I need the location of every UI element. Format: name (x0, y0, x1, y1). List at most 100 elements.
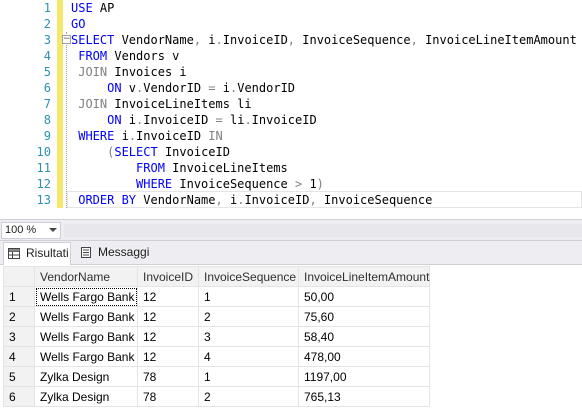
code-token: . (128, 129, 137, 143)
code-text: ORDER BY VendorName, i.InvoiceID, Invoic… (71, 192, 432, 208)
table-row[interactable]: 5 Zylka Design 78 1 1197,00 (3, 366, 431, 387)
tab-results-label: Risultati (26, 246, 69, 260)
code-token: InvoiceSequence (172, 177, 295, 191)
header-row: VendorName InvoiceID InvoiceSequence Inv… (3, 266, 431, 287)
line-number: 8 (43, 113, 51, 127)
code-token: i (121, 113, 137, 127)
results-grid[interactable]: VendorName InvoiceID InvoiceSequence Inv… (0, 265, 582, 409)
table-cell[interactable]: 3 (198, 326, 299, 347)
table-cell[interactable]: 58,40 (297, 326, 431, 347)
table-cell[interactable]: 1 (198, 286, 299, 307)
table-cell[interactable]: Zylka Design (34, 366, 138, 387)
table-cell[interactable]: 2 (198, 306, 299, 327)
table-cell[interactable]: 75,60 (297, 306, 431, 327)
query-editor[interactable]: − 1 USE AP 2 GO 3 SELECT VendorName, i.Invoic… (0, 0, 582, 218)
code-token: = (215, 113, 223, 127)
table-cell[interactable]: Wells Fargo Bank (34, 286, 138, 307)
line-number: 11 (36, 161, 51, 175)
code-token: JOIN (78, 97, 108, 111)
code-token: VendorName (114, 33, 194, 47)
code-line[interactable]: 12 WHERE InvoiceSequence > 1) (0, 176, 582, 192)
line-number: 7 (43, 97, 51, 111)
table-cell[interactable]: 78 (137, 366, 199, 387)
code-token: i (114, 129, 129, 143)
code-token: GO (71, 17, 86, 31)
table-cell[interactable]: 1197,00 (297, 366, 431, 387)
code-token: ) (316, 177, 324, 191)
table-cell[interactable]: 12 (137, 286, 199, 307)
code-token: i (222, 193, 238, 207)
line-number: 9 (43, 129, 51, 143)
code-token: SELECT (114, 145, 158, 159)
code-text: USE AP (71, 0, 114, 16)
grid-corner[interactable] (3, 266, 35, 287)
code-token: AP (92, 1, 115, 15)
code-line[interactable]: 6 ON v.VendorID = i.VendorID (0, 80, 582, 96)
code-token: InvoiceLineItemAmount (417, 33, 577, 47)
code-token: VendorName (136, 193, 216, 207)
grid-icon (8, 248, 20, 259)
row-number[interactable]: 2 (3, 306, 35, 327)
table-cell[interactable]: 765,13 (297, 386, 431, 407)
column-header-invoicelineitemamount[interactable]: InvoiceLineItemAmount (297, 266, 431, 287)
code-line[interactable]: 2 GO (0, 16, 582, 32)
code-token: , (287, 33, 296, 47)
code-line[interactable]: 13 ORDER BY VendorName, i.InvoiceID, Inv… (0, 192, 582, 208)
chevron-down-icon[interactable] (49, 228, 57, 232)
code-token: InvoiceID (157, 145, 230, 159)
table-row[interactable]: 6 Zylka Design 78 2 765,13 (3, 386, 431, 407)
code-line[interactable]: 8 ON i.InvoiceID = li.InvoiceID (0, 112, 582, 128)
code-line[interactable]: 10 (SELECT InvoiceID (0, 144, 582, 160)
code-token: InvoiceID (251, 113, 317, 127)
line-number: 12 (36, 177, 51, 191)
table-cell[interactable]: 1 (198, 366, 299, 387)
table-cell[interactable]: Wells Fargo Bank (34, 346, 138, 367)
horizontal-scrollbar[interactable] (64, 224, 582, 237)
row-number[interactable]: 4 (3, 346, 35, 367)
row-number[interactable]: 1 (3, 286, 35, 307)
table-row[interactable]: 1 Wells Fargo Bank 12 1 50,00 (3, 286, 431, 307)
column-header-invoicesequence[interactable]: InvoiceSequence (198, 266, 299, 287)
table-cell[interactable]: 12 (137, 326, 199, 347)
column-header-invoiceid[interactable]: InvoiceID (137, 266, 199, 287)
table-row[interactable]: 4 Wells Fargo Bank 12 4 478,00 (3, 346, 431, 367)
table-cell[interactable]: Wells Fargo Bank (34, 326, 138, 347)
table-cell[interactable]: 4 (198, 346, 299, 367)
code-line[interactable]: 9 WHERE i.InvoiceID IN (0, 128, 582, 144)
code-token: i (201, 33, 216, 47)
table-cell[interactable]: Zylka Design (34, 386, 138, 407)
code-token: , (193, 33, 202, 47)
tab-messages[interactable]: Messaggi (76, 242, 154, 265)
results-table[interactable]: VendorName InvoiceID InvoiceSequence Inv… (3, 266, 431, 407)
table-cell[interactable]: 2 (198, 386, 299, 407)
code-line[interactable]: 5 JOIN Invoices i (0, 64, 582, 80)
code-token: ORDER BY (78, 193, 137, 207)
code-token: InvoiceID (222, 33, 288, 47)
row-number[interactable]: 5 (3, 366, 35, 387)
code-token: , (309, 193, 317, 207)
table-cell[interactable]: 12 (137, 346, 199, 367)
table-row[interactable]: 2 Wells Fargo Bank 12 2 75,60 (3, 306, 431, 327)
table-row[interactable]: 3 Wells Fargo Bank 12 3 58,40 (3, 326, 431, 347)
code-token: InvoiceLineItems (164, 161, 288, 175)
code-line[interactable]: 4 FROM Vendors v (0, 48, 582, 64)
zoom-dropdown[interactable]: 100 % (1, 222, 61, 239)
table-cell[interactable]: 50,00 (297, 286, 431, 307)
code-token: InvoiceSequence (316, 193, 433, 207)
code-token: InvoiceSequence (295, 33, 411, 47)
code-line[interactable]: 7 JOIN InvoiceLineItems li (0, 96, 582, 112)
table-cell[interactable]: 78 (137, 386, 199, 407)
table-cell[interactable]: 12 (137, 306, 199, 327)
row-number[interactable]: 6 (3, 386, 35, 407)
code-token: IN (208, 129, 223, 143)
code-line[interactable]: 1 USE AP (0, 0, 582, 16)
code-token: VendorID (237, 81, 296, 95)
column-header-vendorname[interactable]: VendorName (34, 266, 138, 287)
tab-results[interactable]: Risultati (3, 242, 71, 265)
code-line[interactable]: 11 FROM InvoiceLineItems (0, 160, 582, 176)
table-cell[interactable]: 478,00 (297, 346, 431, 367)
row-number[interactable]: 3 (3, 326, 35, 347)
code-line[interactable]: 3 SELECT VendorName, i.InvoiceID, Invoice… (0, 32, 582, 48)
table-cell[interactable]: Wells Fargo Bank (34, 306, 138, 327)
